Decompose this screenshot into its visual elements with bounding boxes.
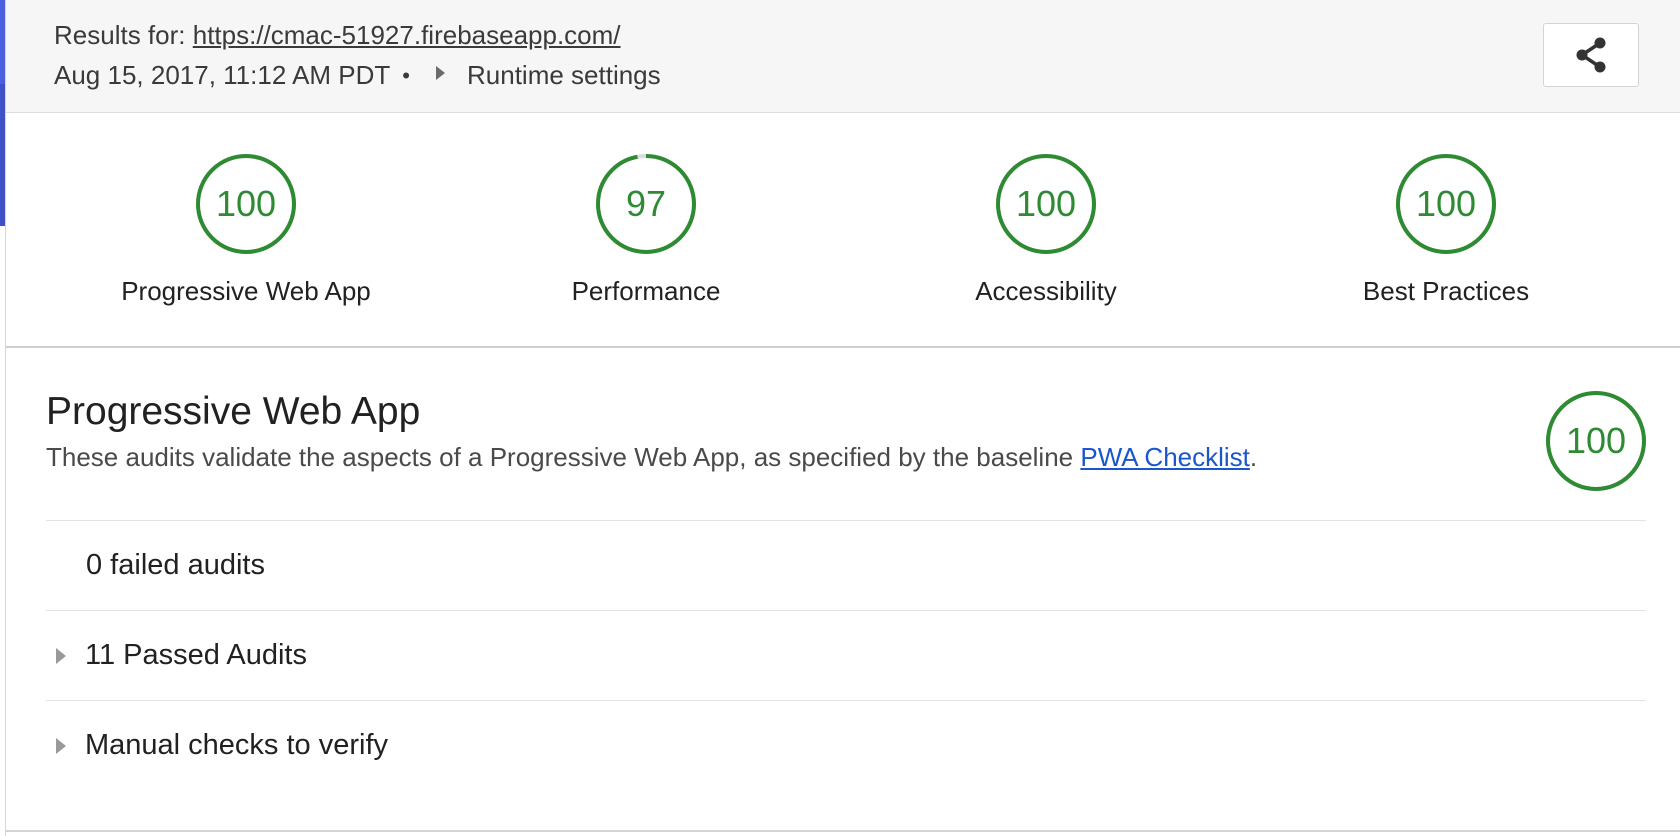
description-text: These audits validate the aspects of a P… <box>46 442 1074 472</box>
manual-checks-label: Manual checks to verify <box>85 729 389 761</box>
category-description: These audits validate the aspects of a P… <box>46 442 1257 473</box>
gauge-label: Best Practices <box>1362 276 1530 306</box>
failed-audits-label: 0 failed audits <box>86 549 265 581</box>
results-line: Results for: https://cmac-51927.firebase… <box>54 20 621 51</box>
gauge-performance[interactable]: 97 Performance <box>496 152 796 307</box>
share-button[interactable] <box>1543 23 1639 87</box>
gauge-score: 97 <box>626 183 666 224</box>
results-prefix: Results for: <box>54 20 186 50</box>
score-gauges-row: 100 Progressive Web App 97 Performance 1… <box>6 114 1680 348</box>
separator-bullet: • <box>402 62 410 88</box>
gauge-label: Performance <box>571 276 721 306</box>
runtime-settings-disclosure-icon[interactable] <box>436 65 445 80</box>
gauge-score: 100 <box>1416 183 1476 224</box>
passed-audits-toggle[interactable]: 11 Passed Audits <box>46 610 1646 700</box>
gauge-accessibility[interactable]: 100 Accessibility <box>896 152 1196 307</box>
manual-checks-toggle[interactable]: Manual checks to verify <box>46 700 1646 790</box>
gauge-pwa[interactable]: 100 Progressive Web App <box>96 152 396 307</box>
gauge-score: 100 <box>216 183 276 224</box>
section-divider <box>6 830 1680 832</box>
report-timestamp: Aug 15, 2017, 11:12 AM PDT <box>54 60 391 90</box>
category-pwa: Progressive Web App These audits validat… <box>6 350 1680 836</box>
gauge-ring: 100 <box>1396 154 1496 254</box>
pwa-checklist-link[interactable]: PWA Checklist <box>1080 442 1250 472</box>
gauge-label: Accessibility <box>975 276 1117 306</box>
runtime-settings-toggle[interactable]: Runtime settings <box>467 60 661 91</box>
report-page: Results for: https://cmac-51927.firebase… <box>0 0 1680 836</box>
failed-audits-group: 0 failed audits <box>46 520 1646 610</box>
share-icon <box>1576 37 1606 73</box>
triangle-right-icon <box>56 647 66 664</box>
report-header: Results for: https://cmac-51927.firebase… <box>6 0 1680 113</box>
category-score-gauge: 100 <box>1544 389 1648 498</box>
gauge-score: 100 <box>1016 183 1076 224</box>
meta-line: Aug 15, 2017, 11:12 AM PDT • Runtime set… <box>54 60 661 91</box>
gauge-ring: 100 <box>196 154 296 254</box>
category-score: 100 <box>1566 420 1626 461</box>
gauge-ring: 97 <box>596 154 696 254</box>
passed-audits-label: 11 Passed Audits <box>85 639 307 671</box>
gauge-ring: 100 <box>1546 391 1646 491</box>
category-title: Progressive Web App <box>46 390 421 433</box>
triangle-right-icon <box>56 737 66 754</box>
gauge-label: Progressive Web App <box>121 276 371 306</box>
gauge-ring: 100 <box>996 154 1096 254</box>
results-url-link[interactable]: https://cmac-51927.firebaseapp.com/ <box>193 20 621 50</box>
description-suffix: . <box>1249 442 1258 472</box>
gauge-best-practices[interactable]: 100 Best Practices <box>1296 152 1596 307</box>
